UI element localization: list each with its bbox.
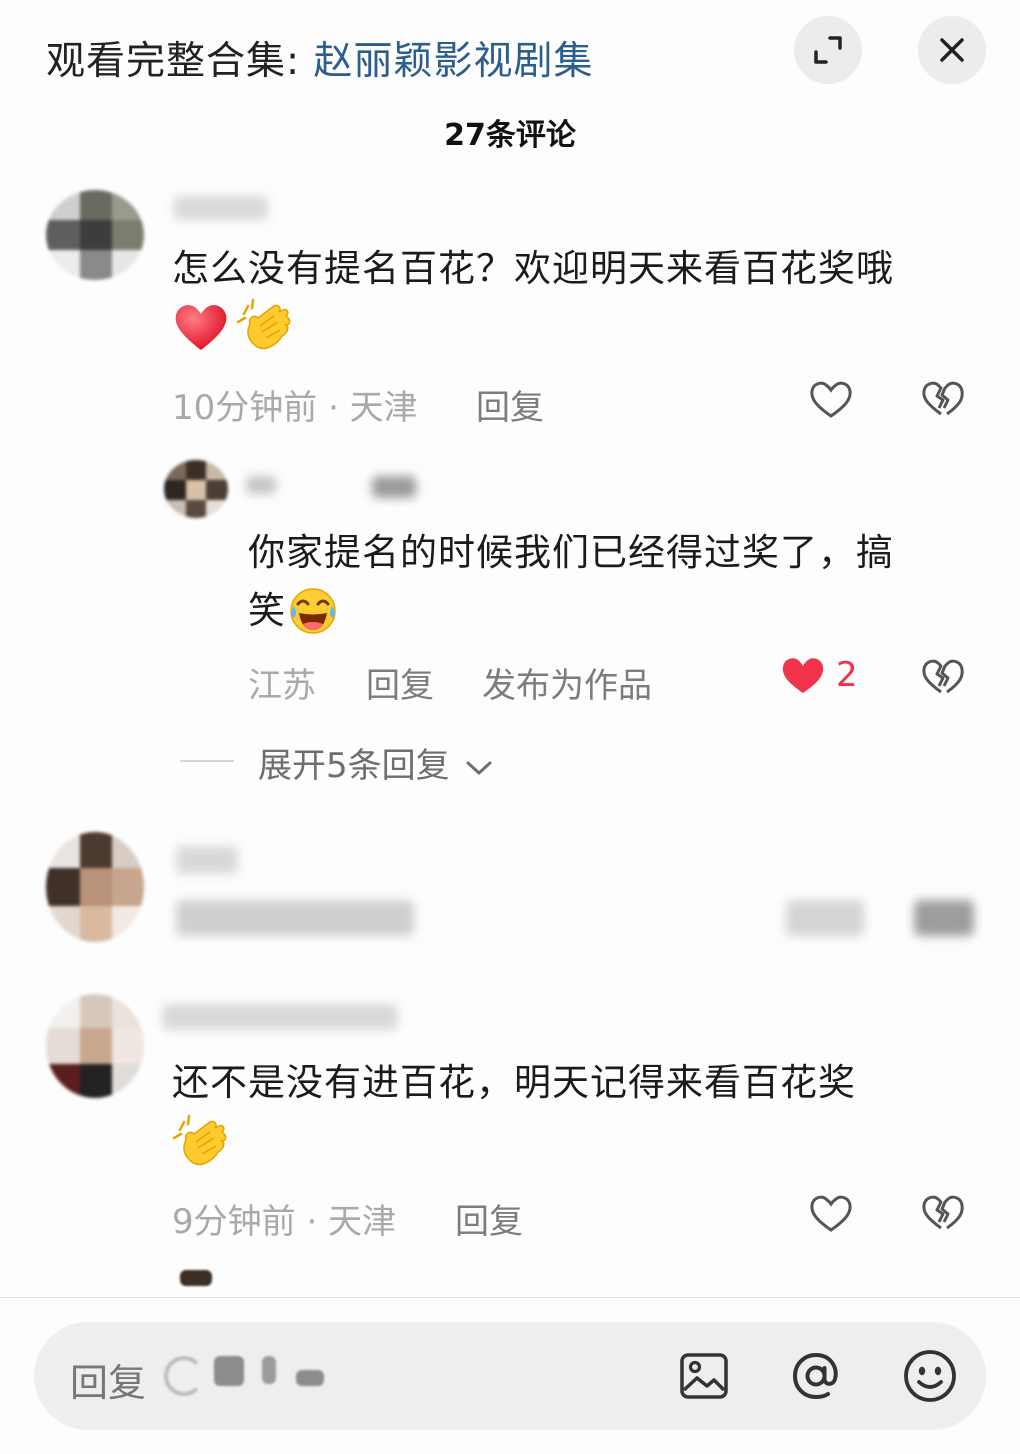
expand-replies-button[interactable]: 展开5条回复: [258, 738, 494, 787]
heart-outline-icon: [810, 1195, 852, 1232]
reply-like-button[interactable]: 2: [780, 654, 858, 696]
mention-button[interactable]: [786, 1346, 846, 1406]
chevron-down-icon: [466, 761, 492, 774]
username[interactable]: [174, 196, 268, 220]
publish-as-work-button[interactable]: 发布为作品: [482, 658, 652, 707]
comment-text: 还不是没有进百花，明天记得来看百花奖: [172, 1061, 856, 1104]
bottom-divider: [0, 1297, 1020, 1298]
reply-button[interactable]: 回复: [455, 1194, 523, 1243]
heart-outline-icon: [810, 381, 852, 418]
like-button[interactable]: [806, 1190, 856, 1236]
avatar[interactable]: [46, 190, 144, 280]
reply-text-line2: 笑: [248, 582, 338, 640]
collection-link[interactable]: 赵丽颖影视剧集: [314, 39, 594, 84]
blurred-dislike[interactable]: [914, 900, 974, 936]
expand-icon: [814, 36, 842, 64]
broken-heart-icon: [922, 659, 964, 694]
comment-meta: 9分钟前 · 天津: [172, 1202, 397, 1242]
expand-button[interactable]: [794, 16, 862, 84]
clapping-hands-emoji: [236, 298, 291, 350]
blurred-like[interactable]: [786, 900, 864, 936]
reply-username-badge: [372, 476, 416, 498]
broken-heart-icon: [922, 1195, 964, 1230]
blurred-comment-text: [176, 900, 414, 936]
clapping-hands-emoji: [172, 1114, 227, 1166]
reply-target-name: [214, 1356, 244, 1386]
at-icon: [792, 1352, 838, 1400]
image-button[interactable]: [676, 1348, 732, 1404]
reply-target-name: [262, 1356, 276, 1384]
reply-target-name: [296, 1370, 324, 1386]
reply-username[interactable]: [246, 476, 276, 494]
close-icon: [940, 38, 964, 62]
reply-like-count: 2: [836, 655, 858, 695]
collection-title[interactable]: 观看完整合集: 赵丽颖影视剧集: [46, 30, 594, 86]
reply-button[interactable]: 回复: [476, 380, 544, 429]
like-button[interactable]: [806, 376, 856, 422]
reply-text-tail: 笑: [248, 589, 286, 632]
reply-location: 江苏: [248, 666, 316, 706]
comment-count: 27条评论: [444, 118, 576, 153]
broken-heart-icon: [922, 381, 964, 416]
comment-meta: 10分钟前 · 天津: [172, 388, 418, 428]
red-heart-emoji: [175, 305, 227, 350]
expand-divider: [180, 760, 234, 762]
avatar[interactable]: [46, 994, 144, 1098]
expand-replies-label: 展开5条回复: [258, 746, 450, 786]
username[interactable]: [176, 846, 238, 874]
image-icon: [680, 1353, 728, 1399]
collection-prefix: 观看完整合集:: [46, 39, 314, 84]
reply-reply-button[interactable]: 回复: [366, 658, 434, 707]
heart-filled-icon: [782, 658, 824, 693]
emoji-button[interactable]: [900, 1346, 960, 1406]
username[interactable]: [162, 1004, 398, 1030]
comment-emoji-row: [172, 298, 294, 356]
close-button[interactable]: [918, 16, 986, 84]
comment-text: 怎么没有提名百花？欢迎明天来看百花奖哦: [172, 247, 894, 290]
reply-text: 你家提名的时候我们已经得过奖了，搞: [248, 531, 894, 574]
dislike-button[interactable]: [918, 1190, 968, 1236]
emoji-icon: [904, 1350, 956, 1402]
dislike-button[interactable]: [918, 376, 968, 422]
next-comment-peek: [180, 1270, 212, 1286]
comment-emoji-row: [172, 1114, 230, 1176]
reply-dislike-button[interactable]: [918, 654, 968, 700]
reply-target-avatar: [164, 1356, 204, 1396]
reply-input-placeholder: 回复: [70, 1352, 146, 1407]
tears-of-joy-emoji: [290, 588, 336, 634]
reply-placeholder-text: 回复: [70, 1361, 147, 1405]
avatar[interactable]: [46, 832, 144, 942]
reply-avatar[interactable]: [164, 460, 228, 518]
